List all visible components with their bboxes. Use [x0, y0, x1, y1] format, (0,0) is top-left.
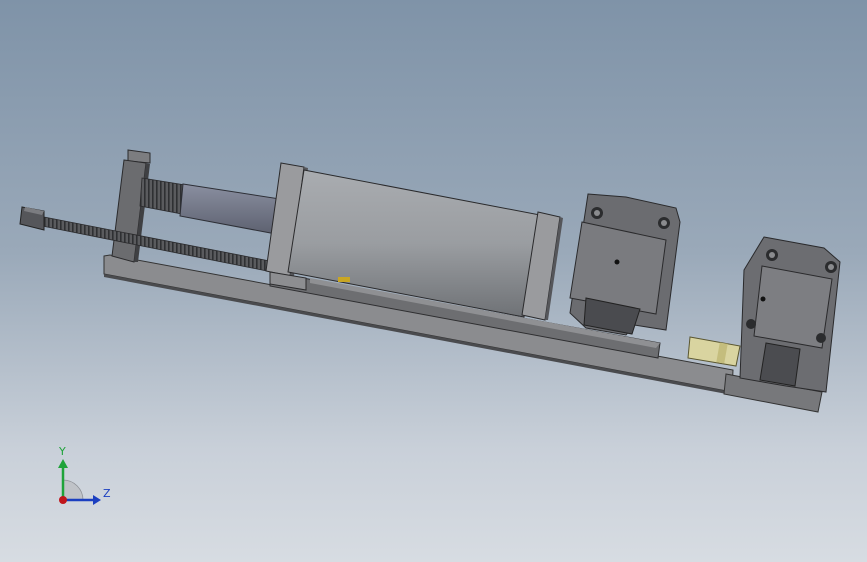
threaded-stud[interactable] [139, 177, 186, 215]
z-axis-label: Z [103, 487, 111, 500]
x-axis-dot [59, 496, 67, 504]
axis-triad: Y Z [58, 445, 111, 505]
cad-viewport[interactable]: Y Z [0, 0, 867, 562]
y-axis-label: Y [58, 445, 66, 458]
piston-rod[interactable] [179, 183, 281, 235]
shaft-coupling[interactable] [687, 336, 741, 367]
motor-bracket-middle[interactable] [569, 193, 681, 336]
motor-bracket-right[interactable] [739, 236, 841, 393]
sensor-marker [338, 277, 350, 282]
